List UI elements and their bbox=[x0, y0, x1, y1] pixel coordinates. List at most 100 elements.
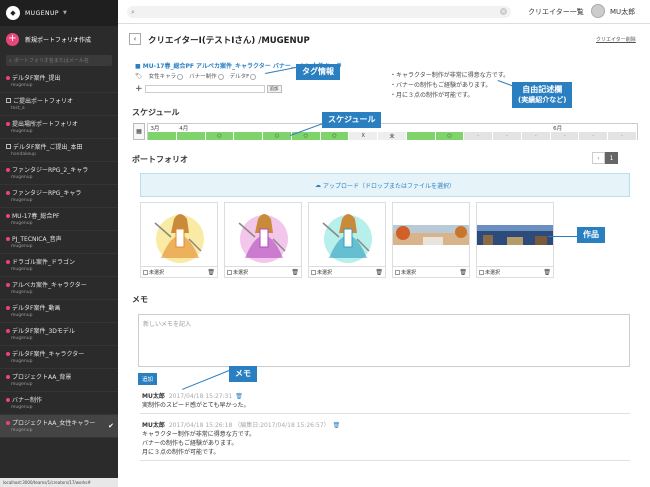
work-thumbnail[interactable] bbox=[392, 202, 470, 267]
schedule-cell[interactable]: - bbox=[521, 132, 551, 140]
sidebar-item[interactable]: ファンタジーRPG_2_キャラ mugenup bbox=[0, 162, 118, 185]
sidebar-item[interactable]: デルタF案件_動画 mugenup bbox=[0, 300, 118, 323]
sidebar-item[interactable]: 提出場所ポートフォリオ mugenup bbox=[0, 116, 118, 139]
schedule-cell[interactable]: ○ bbox=[263, 132, 292, 140]
schedule-cell[interactable]: - bbox=[579, 132, 609, 140]
tag-item[interactable]: バナー制作 bbox=[189, 72, 224, 80]
sidebar-item[interactable]: デルタF案件_キャラクター mugenup bbox=[0, 346, 118, 369]
tag-input[interactable] bbox=[144, 85, 265, 93]
checkbox-icon[interactable] bbox=[227, 269, 232, 275]
prev-page-button[interactable]: ‹ bbox=[592, 152, 605, 164]
checkbox-icon[interactable] bbox=[395, 269, 400, 275]
back-button[interactable]: ‹ bbox=[129, 33, 141, 45]
sidebar-item[interactable]: ファンタジーRPG_キャラ mugenup bbox=[0, 185, 118, 208]
checkbox-icon[interactable] bbox=[479, 269, 484, 275]
clear-search-icon[interactable]: × bbox=[500, 8, 507, 15]
free-text-line: ・月に３点の制作が可能です。 bbox=[390, 92, 474, 99]
schedule-cell[interactable]: ○ bbox=[205, 132, 235, 140]
sidebar-item[interactable]: バナー制作 mugenup bbox=[0, 392, 118, 415]
work-select[interactable]: 未選択 bbox=[311, 269, 332, 276]
sidebar-item[interactable]: PJ_TECNICA_音声 mugenup bbox=[0, 231, 118, 254]
sidebar-item-label: デルタF案件_提出 bbox=[12, 75, 61, 82]
work-select[interactable]: 未選択 bbox=[143, 269, 164, 276]
schedule-cell[interactable]: - bbox=[493, 132, 522, 140]
schedule-cell[interactable] bbox=[176, 132, 206, 140]
work-card[interactable]: 未選択 🗑 bbox=[224, 202, 302, 278]
tag-remove-icon[interactable] bbox=[177, 73, 184, 80]
work-select[interactable]: 未選択 bbox=[479, 269, 500, 276]
user-name[interactable]: MU太郎 bbox=[610, 7, 635, 17]
work-thumbnail[interactable] bbox=[224, 202, 302, 267]
sidebar-header[interactable]: ◆ MUGENUP ▼ bbox=[0, 0, 118, 26]
sidebar-item-owner: mugenup bbox=[11, 428, 33, 433]
sidebar-item[interactable]: プロジェクトAA_背景 mugenup bbox=[0, 369, 118, 392]
work-thumbnail[interactable] bbox=[308, 202, 386, 267]
trash-icon[interactable]: 🗑 bbox=[333, 422, 341, 429]
checkbox-icon[interactable] bbox=[311, 269, 316, 275]
status-dot-icon bbox=[6, 121, 10, 126]
upload-dropzone[interactable]: ☁ アップロード（ドロップまたはファイルを選択） bbox=[140, 173, 630, 197]
sidebar-item[interactable]: プロジェクトAA_女性キャラー mugenup ✔ bbox=[0, 415, 118, 438]
current-page[interactable]: 1 bbox=[605, 152, 618, 164]
calendar-icon[interactable]: ▦ bbox=[133, 123, 145, 140]
new-portfolio-label: 新規ポートフォリオ作成 bbox=[25, 36, 92, 44]
sidebar-item-title-row: ドラゴル案件_ドラゴン bbox=[6, 257, 112, 266]
tag-remove-icon[interactable] bbox=[217, 73, 224, 80]
tag-remove-icon[interactable] bbox=[250, 73, 257, 80]
schedule-title: スケジュール bbox=[132, 108, 180, 117]
memo-title: メモ bbox=[132, 295, 148, 304]
sidebar-item-label: ご提出ポートフォリオ bbox=[13, 98, 74, 105]
work-select[interactable]: 未選択 bbox=[227, 269, 248, 276]
status-dot-icon bbox=[6, 236, 10, 241]
work-thumbnail[interactable] bbox=[140, 202, 218, 267]
work-card[interactable]: 未選択 🗑 bbox=[308, 202, 386, 278]
creators-list-link[interactable]: クリエイター一覧 bbox=[528, 7, 584, 17]
cloud-upload-icon: ☁ bbox=[314, 181, 321, 189]
pagination: ‹ 1 bbox=[592, 152, 618, 164]
trash-icon[interactable]: 🗑 bbox=[207, 269, 215, 276]
upload-label: アップロード（ドロップまたはファイルを選択） bbox=[322, 182, 455, 190]
sidebar-item[interactable]: ドラゴル案件_ドラゴン mugenup bbox=[0, 254, 118, 277]
schedule-cell[interactable]: 未 bbox=[378, 132, 407, 140]
trash-icon[interactable]: 🗑 bbox=[291, 269, 299, 276]
schedule-cell[interactable] bbox=[148, 132, 177, 140]
schedule-cell[interactable] bbox=[234, 132, 264, 140]
sidebar-item[interactable]: デルタF案件_ご提出_本田 hondakeup bbox=[0, 139, 118, 162]
trash-icon[interactable]: 🗑 bbox=[235, 393, 243, 400]
work-select[interactable]: 未選択 bbox=[395, 269, 416, 276]
delete-creator-link[interactable]: クリエイター削除 bbox=[596, 36, 636, 43]
schedule-cell[interactable]: - bbox=[608, 132, 638, 140]
sidebar-search-input[interactable]: ⌕ ポートフォリオ名またはメール名 bbox=[6, 55, 112, 66]
avatar[interactable] bbox=[591, 4, 605, 18]
schedule-cell[interactable]: X bbox=[349, 132, 379, 140]
trash-icon[interactable]: 🗑 bbox=[375, 269, 383, 276]
sidebar-item[interactable]: ご提出ポートフォリオ test_a bbox=[0, 93, 118, 116]
schedule-cell[interactable]: ○ bbox=[435, 132, 465, 140]
sidebar-item[interactable]: デルタF案件_提出 mugenup bbox=[0, 70, 118, 93]
sidebar-item[interactable]: デルタF案件_3Dモデル mugenup bbox=[0, 323, 118, 346]
work-thumbnail[interactable] bbox=[476, 202, 554, 267]
add-tag-button[interactable]: 追加 bbox=[266, 85, 282, 93]
work-card[interactable]: 未選択 🗑 bbox=[140, 202, 218, 278]
sidebar-item[interactable]: MU-17春_総合PF mugenup bbox=[0, 208, 118, 231]
tag-item[interactable]: 女性キャラ bbox=[149, 72, 184, 80]
trash-icon[interactable]: 🗑 bbox=[459, 269, 467, 276]
memo-input[interactable]: 新しいメモを記入 bbox=[138, 314, 630, 367]
trash-icon[interactable]: 🗑 bbox=[543, 269, 551, 276]
work-card[interactable]: 未選択 🗑 bbox=[392, 202, 470, 278]
sidebar-item-label: PJ_TECNICA_音声 bbox=[12, 236, 62, 243]
add-memo-button[interactable]: 追加 bbox=[138, 373, 158, 385]
work-card[interactable]: 未選択 🗑 bbox=[476, 202, 554, 278]
sidebar-item[interactable]: アルベカ案件_キャラクター mugenup bbox=[0, 277, 118, 300]
schedule-cell[interactable]: - bbox=[550, 132, 580, 140]
status-dot-icon bbox=[6, 259, 10, 264]
schedule-cell[interactable] bbox=[406, 132, 436, 140]
schedule-cell[interactable]: ○ bbox=[320, 132, 350, 140]
new-portfolio-button[interactable]: + 新規ポートフォリオ作成 bbox=[0, 26, 118, 52]
sidebar-item-title-row: デルタF案件_ご提出_本田 bbox=[6, 142, 112, 151]
checkbox-icon[interactable] bbox=[143, 269, 148, 275]
portfolio-title: ポートフォリオ bbox=[132, 155, 188, 164]
tag-item[interactable]: デルタF bbox=[230, 72, 257, 80]
global-search-input[interactable]: ⌕ × bbox=[127, 6, 511, 18]
schedule-cell[interactable]: - bbox=[464, 132, 494, 140]
